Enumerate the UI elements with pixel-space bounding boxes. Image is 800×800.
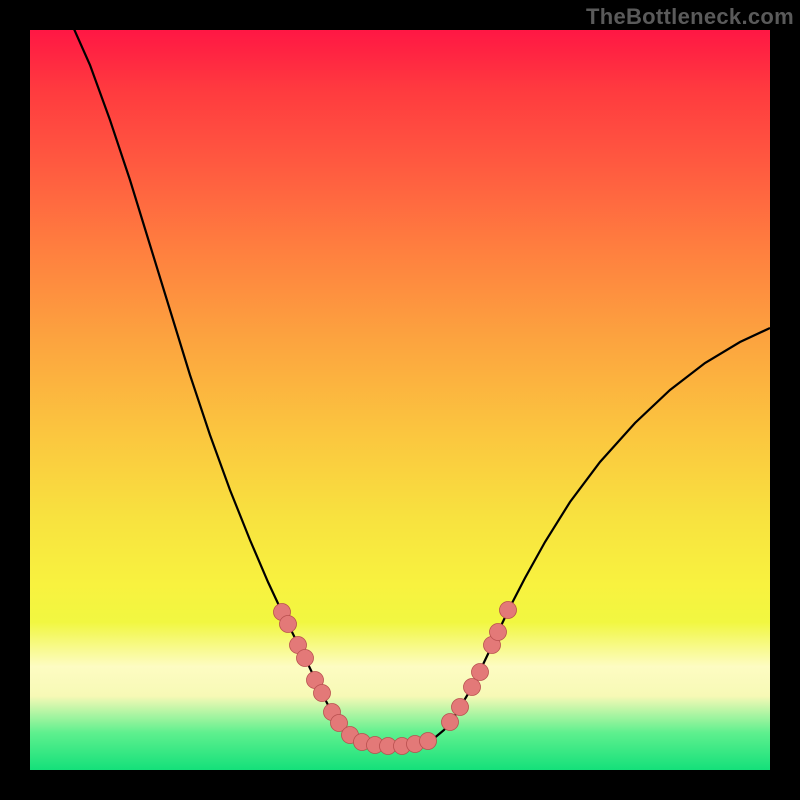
chart-frame: TheBottleneck.com	[0, 0, 800, 800]
chart-gradient-background	[30, 30, 770, 770]
watermark-text: TheBottleneck.com	[586, 4, 794, 30]
